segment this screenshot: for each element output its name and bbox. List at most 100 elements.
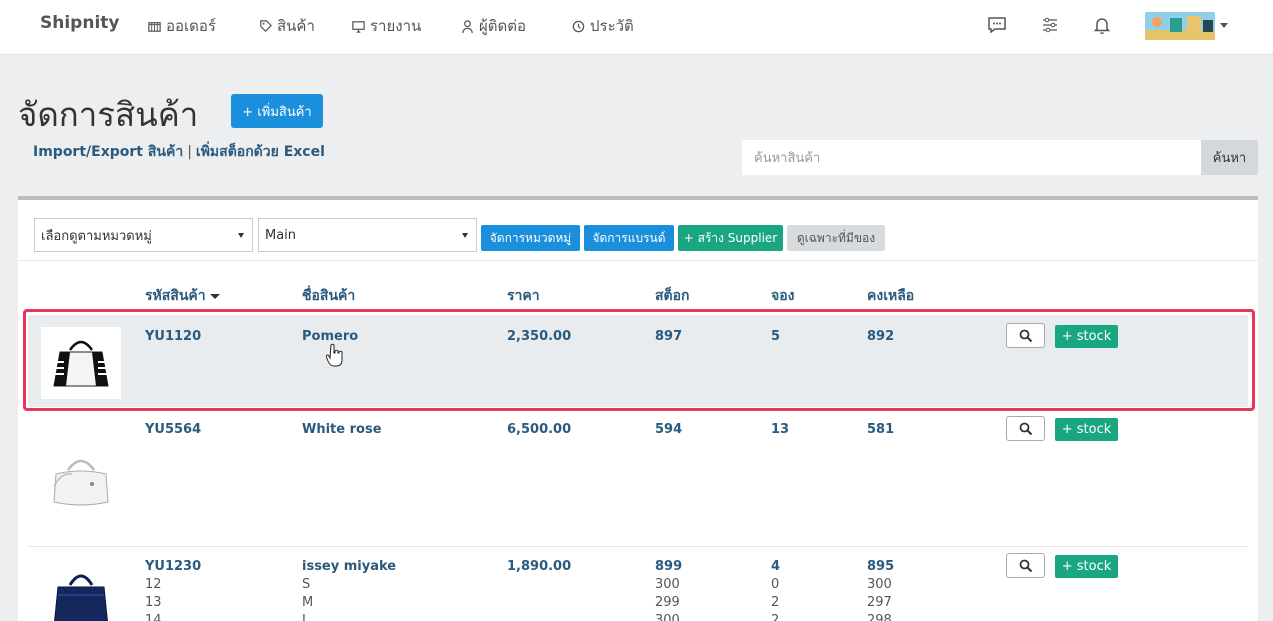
- view-product-button[interactable]: [1006, 416, 1045, 441]
- sort-desc-icon: [209, 293, 220, 299]
- nav-contacts-label: ผู้ติดต่อ: [479, 17, 527, 35]
- monitor-icon: [352, 20, 365, 33]
- add-stock-button[interactable]: + stock: [1055, 418, 1118, 441]
- column-header-stock[interactable]: สต็อก: [655, 285, 690, 307]
- product-remaining: 892: [867, 329, 895, 344]
- warehouse-select-value: Main: [265, 227, 297, 243]
- avatar-dropdown-caret[interactable]: [1220, 23, 1228, 28]
- variant-remaining: 300: [867, 577, 892, 592]
- column-header-price[interactable]: ราคา: [507, 285, 540, 307]
- product-name[interactable]: White rose: [302, 422, 382, 437]
- import-links: Import/Export สินค้า | เพิ่มสต็อกด้วย Exce…: [33, 141, 325, 163]
- history-icon: [572, 20, 585, 32]
- nav-products[interactable]: สินค้า: [258, 14, 315, 38]
- search-button[interactable]: ค้นหา: [1201, 140, 1258, 175]
- view-product-button[interactable]: [1006, 553, 1045, 578]
- create-supplier-button[interactable]: + สร้าง Supplier: [678, 225, 783, 251]
- product-name[interactable]: Pomero: [302, 329, 358, 344]
- import-export-link[interactable]: Import/Export สินค้า: [33, 144, 183, 160]
- variant-stock: 300: [655, 613, 680, 621]
- column-header-name[interactable]: ชื่อสินค้า: [302, 285, 355, 307]
- search-input[interactable]: ค้นหาสินค้า: [742, 140, 1201, 175]
- product-stock: 899: [655, 559, 683, 574]
- manage-category-button[interactable]: จัดการหมวดหมู่: [481, 225, 580, 251]
- handbag-image: [53, 340, 109, 387]
- tag-icon: [260, 19, 272, 32]
- product-stock: 594: [655, 422, 683, 437]
- avatar[interactable]: [1145, 12, 1215, 40]
- variant-remaining: 297: [867, 595, 892, 610]
- variant-reserved: 2: [771, 595, 780, 610]
- variant-name: S: [302, 577, 311, 592]
- excel-stock-link[interactable]: เพิ่มสต็อกด้วย Excel: [196, 144, 325, 160]
- view-product-button[interactable]: [1006, 323, 1045, 348]
- nav-reports[interactable]: รายงาน: [351, 14, 421, 38]
- product-code[interactable]: YU1120: [145, 329, 201, 344]
- product-thumbnail[interactable]: [41, 327, 121, 399]
- settings-sliders-icon[interactable]: [1039, 15, 1061, 35]
- nav-orders[interactable]: ออเดอร์: [147, 14, 216, 38]
- product-remaining: 895: [867, 559, 895, 574]
- variant-code: 13: [145, 595, 162, 610]
- search-icon: [1019, 329, 1032, 342]
- product-price: 2,350.00: [507, 329, 572, 344]
- handbag-image: [53, 459, 109, 506]
- product-stock: 897: [655, 329, 683, 344]
- product-reserved: 13: [771, 422, 790, 437]
- warehouse-select[interactable]: Main: [258, 218, 477, 252]
- variant-stock: 300: [655, 577, 680, 592]
- store-icon: [148, 21, 161, 32]
- product-reserved: 5: [771, 329, 781, 344]
- column-header-code[interactable]: รหัสสินค้า: [145, 285, 220, 307]
- product-panel: เลือกดูตามหมวดหมู่ Main จัดการหมวดหมู่ จ…: [18, 196, 1258, 621]
- product-reserved: 4: [771, 559, 781, 574]
- link-separator: |: [187, 144, 192, 160]
- search-icon: [1019, 559, 1032, 572]
- nav-contacts[interactable]: ผู้ติดต่อ: [460, 14, 526, 38]
- variant-code: 12: [145, 577, 162, 592]
- product-thumbnail[interactable]: [41, 560, 121, 621]
- product-code[interactable]: YU5564: [145, 422, 201, 437]
- column-header-remaining[interactable]: คงเหลือ: [867, 285, 914, 307]
- variant-stock: 299: [655, 595, 680, 610]
- chevron-down-icon: [238, 233, 244, 238]
- brand-logo[interactable]: Shipnity: [40, 13, 119, 33]
- chat-icon[interactable]: [986, 15, 1008, 35]
- toolbar-divider: [18, 260, 1258, 261]
- variant-name: L: [302, 613, 310, 621]
- variant-code: 14: [145, 613, 162, 621]
- product-name[interactable]: issey miyake: [302, 559, 396, 574]
- column-header-code-label: รหัสสินค้า: [145, 288, 206, 304]
- add-stock-button[interactable]: + stock: [1055, 555, 1118, 578]
- product-price: 1,890.00: [507, 559, 572, 574]
- manage-brand-button[interactable]: จัดการแบรนด์: [584, 225, 674, 251]
- variant-reserved: 0: [771, 577, 780, 592]
- chevron-down-icon: [462, 233, 468, 238]
- in-stock-only-button[interactable]: ดูเฉพาะที่มีของ: [787, 225, 885, 251]
- bell-icon[interactable]: [1091, 15, 1113, 35]
- variant-name: M: [302, 595, 314, 610]
- top-navbar: Shipnity ออเดอร์ สินค้า รายงาน ผู้ติดต่อ…: [0, 0, 1273, 55]
- page-title: จัดการสินค้า: [18, 95, 199, 134]
- product-price: 6,500.00: [507, 422, 572, 437]
- variant-reserved: 2: [771, 613, 780, 621]
- category-select-value: เลือกดูตามหมวดหมู่: [41, 228, 152, 244]
- add-stock-button[interactable]: + stock: [1055, 325, 1118, 348]
- handbag-image: [54, 574, 108, 621]
- avatar-image: [1145, 12, 1215, 40]
- row-divider: [28, 546, 1248, 547]
- column-header-reserved[interactable]: จอง: [771, 285, 794, 307]
- add-product-button[interactable]: + เพิ่มสินค้า: [231, 94, 323, 128]
- product-code[interactable]: YU1230: [145, 559, 201, 574]
- nav-products-label: สินค้า: [277, 17, 315, 35]
- category-select[interactable]: เลือกดูตามหมวดหมู่: [34, 218, 253, 252]
- product-thumbnail[interactable]: [41, 445, 121, 517]
- search-icon: [1019, 422, 1032, 435]
- hand-pointer-icon: [326, 343, 343, 367]
- product-remaining: 581: [867, 422, 895, 437]
- nav-history[interactable]: ประวัติ: [571, 14, 634, 38]
- nav-orders-label: ออเดอร์: [166, 17, 216, 35]
- variant-remaining: 298: [867, 613, 892, 621]
- user-icon: [462, 19, 473, 33]
- nav-reports-label: รายงาน: [370, 17, 422, 35]
